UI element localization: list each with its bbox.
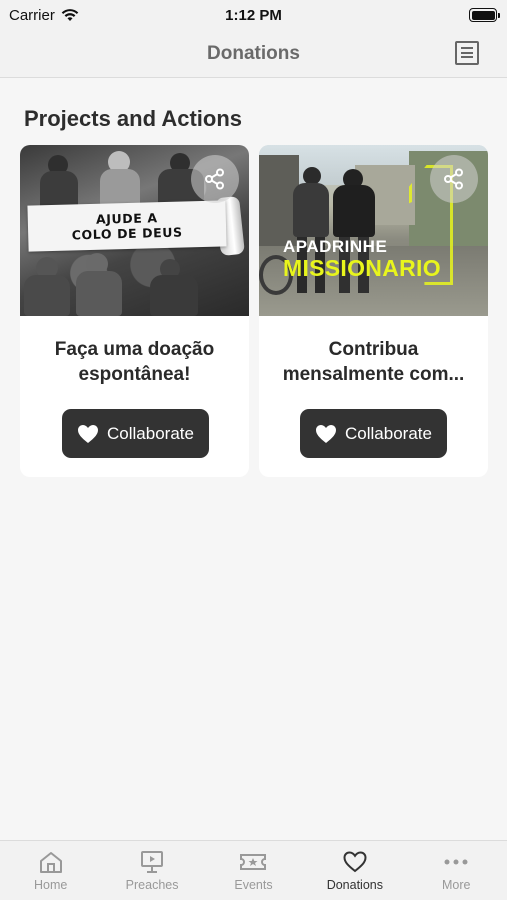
project-card[interactable]: AJUDE A COLO DE DEUS Faça uma doação esp… — [20, 145, 249, 477]
tab-home[interactable]: Home — [0, 841, 101, 892]
tab-preaches[interactable]: Preaches — [102, 841, 203, 892]
heart-icon — [343, 851, 367, 873]
banner-line-1: APADRINHE — [283, 237, 388, 256]
banner-line-1: AJUDE A — [95, 210, 158, 227]
document-list-icon[interactable] — [455, 41, 479, 65]
tab-label: Events — [234, 878, 273, 892]
more-dots-icon — [444, 859, 468, 865]
heart-icon — [316, 424, 337, 443]
banner-line-2: COLO DE DEUS — [71, 224, 183, 243]
tab-label: Donations — [326, 878, 383, 892]
tab-donations[interactable]: Donations — [304, 841, 405, 892]
tab-label: Home — [34, 878, 68, 892]
project-description: Contribua mensalmente com... — [282, 339, 465, 385]
presentation-icon — [141, 851, 164, 873]
page-title: Donations — [207, 42, 300, 64]
image-banner: AJUDE A COLO DE DEUS — [27, 200, 227, 252]
status-left: Carrier — [9, 7, 79, 24]
tab-events[interactable]: Events — [203, 841, 304, 892]
ticket-icon — [240, 854, 267, 870]
tab-bar: Home Preaches Events Donations More — [0, 840, 507, 900]
project-description: Faça uma doação espontânea! — [54, 339, 215, 385]
collaborate-label: Collaborate — [345, 423, 432, 443]
tab-label: More — [442, 878, 471, 892]
wifi-icon — [61, 9, 79, 21]
carrier-label: Carrier — [9, 6, 55, 24]
battery-icon — [469, 8, 500, 22]
share-button[interactable] — [430, 155, 478, 203]
heart-icon — [78, 424, 99, 443]
home-icon — [39, 852, 62, 873]
tab-more[interactable]: More — [406, 841, 507, 892]
project-image[interactable]: AJUDE A COLO DE DEUS — [20, 145, 249, 316]
nav-bar: Donations — [0, 30, 507, 78]
banner-line-2: MISSIONARIO — [283, 255, 441, 281]
tab-label: Preaches — [125, 878, 179, 892]
share-icon — [444, 168, 463, 190]
project-card[interactable]: APADRINHE MISSIONARIO Contribua mensalme… — [259, 145, 488, 477]
battery-fill — [471, 10, 495, 20]
section-title: Projects and Actions — [24, 106, 243, 131]
collaborate-label: Collaborate — [107, 423, 194, 443]
share-button[interactable] — [191, 155, 239, 203]
status-bar: Carrier 1:12 PM — [0, 0, 507, 30]
collaborate-button[interactable]: Collaborate — [62, 409, 209, 458]
project-image[interactable]: APADRINHE MISSIONARIO — [259, 145, 488, 316]
share-icon — [205, 168, 224, 190]
collaborate-button[interactable]: Collaborate — [300, 409, 447, 458]
